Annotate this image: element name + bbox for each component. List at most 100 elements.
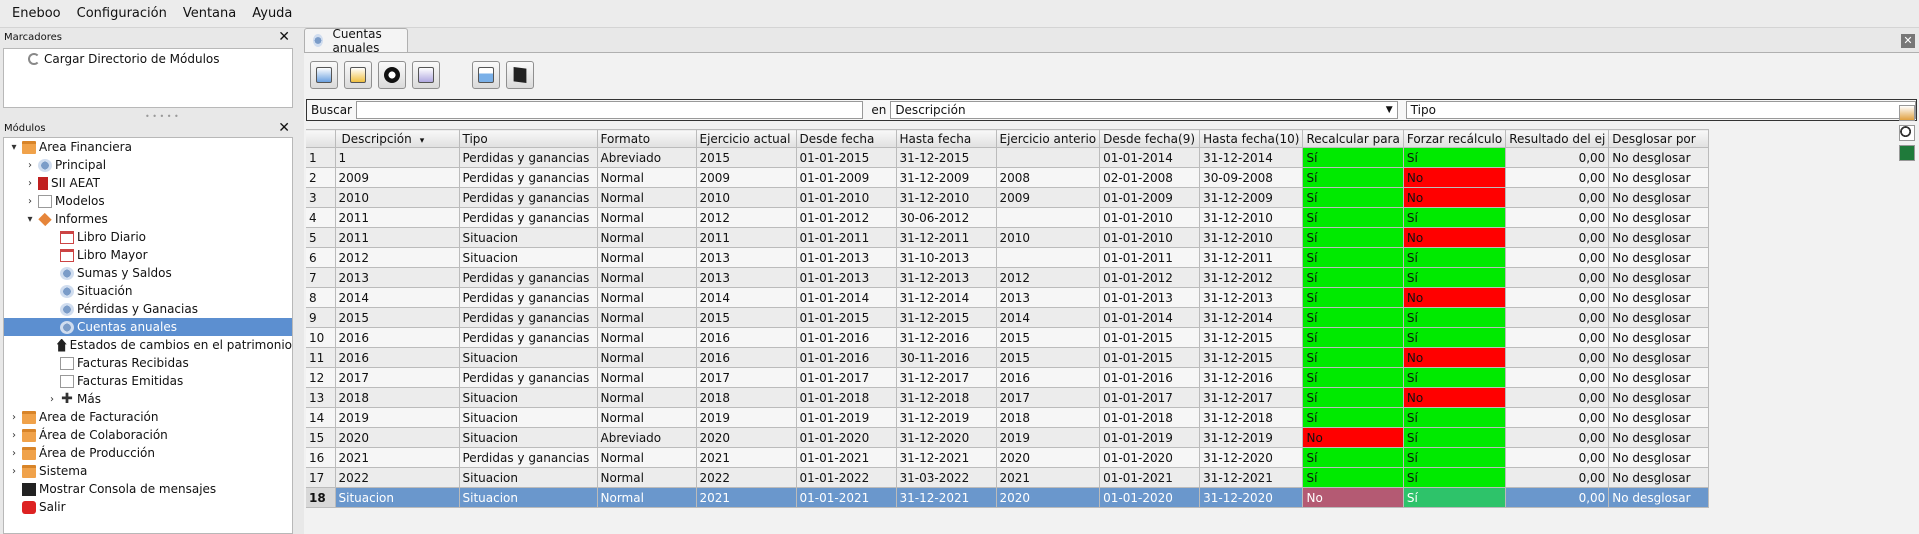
table-cell[interactable]: 30-11-2016 bbox=[896, 347, 997, 368]
resultado-cell[interactable]: 0,00 bbox=[1505, 247, 1610, 268]
table-row[interactable]: 15 2020 Situacion Abreviado 2020 01-01-2020 31… bbox=[306, 427, 1710, 448]
table-cell[interactable]: Situacion bbox=[459, 427, 598, 448]
table-cell[interactable]: 2018 bbox=[696, 387, 797, 408]
table-cell[interactable]: Normal bbox=[597, 287, 697, 308]
table-cell[interactable]: Normal bbox=[597, 487, 697, 508]
recalcular-cell[interactable]: Sí bbox=[1302, 367, 1404, 388]
table-cell[interactable]: 31-12-2011 bbox=[1199, 247, 1304, 268]
table-cell[interactable]: 01-01-2015 bbox=[796, 307, 897, 328]
resultado-cell[interactable]: 0,00 bbox=[1505, 287, 1610, 308]
tree-item[interactable]: Cuentas anuales bbox=[4, 318, 292, 336]
table-cell[interactable]: Normal bbox=[597, 367, 697, 388]
forzar-recalculo-cell[interactable]: No bbox=[1403, 347, 1507, 368]
table-cell[interactable]: 01-01-2013 bbox=[796, 267, 897, 288]
table-cell[interactable]: 2021 bbox=[696, 487, 797, 508]
table-cell[interactable]: Normal bbox=[597, 467, 697, 488]
resultado-cell[interactable]: 0,00 bbox=[1505, 227, 1610, 248]
table-row[interactable]: 17 2022 Situacion Normal 2022 01-01-2022 31-03… bbox=[306, 467, 1710, 488]
table-cell[interactable]: 2016 bbox=[696, 347, 797, 368]
table-cell[interactable]: No desglosar bbox=[1608, 187, 1710, 208]
table-cell[interactable]: No desglosar bbox=[1608, 227, 1710, 248]
forzar-recalculo-cell[interactable]: Sí bbox=[1403, 367, 1507, 388]
table-cell[interactable]: 31-12-2011 bbox=[896, 227, 997, 248]
table-cell[interactable]: 01-01-2014 bbox=[1099, 147, 1201, 168]
table-cell[interactable]: 01-01-2020 bbox=[1099, 447, 1201, 468]
forzar-recalculo-cell[interactable]: Sí bbox=[1403, 427, 1507, 448]
forzar-recalculo-cell[interactable]: Sí bbox=[1403, 407, 1507, 428]
table-cell[interactable]: Perdidas y ganancias bbox=[459, 447, 598, 468]
table-cell[interactable]: 2013 bbox=[335, 267, 460, 288]
resultado-cell[interactable]: 0,00 bbox=[1505, 307, 1610, 328]
table-cell[interactable]: 2016 bbox=[696, 327, 797, 348]
table-cell[interactable]: 2019 bbox=[996, 427, 1101, 448]
table-cell[interactable]: 2009 bbox=[335, 167, 460, 188]
table-cell[interactable]: 2015 bbox=[996, 347, 1101, 368]
tree-item[interactable]: › Area de Facturación bbox=[4, 408, 292, 426]
recalcular-cell[interactable]: Sí bbox=[1302, 307, 1404, 328]
table-cell[interactable]: No desglosar bbox=[1608, 327, 1710, 348]
table-cell[interactable]: 01-01-2010 bbox=[1099, 227, 1201, 248]
table-cell[interactable]: 01-01-2018 bbox=[796, 387, 897, 408]
table-cell[interactable]: 2011 bbox=[696, 227, 797, 248]
table-row[interactable]: 14 2019 Situacion Normal 2019 01-01-2019 31-12… bbox=[306, 407, 1710, 428]
table-cell[interactable]: 31-12-2020 bbox=[1199, 447, 1304, 468]
menu-ayuda[interactable]: Ayuda bbox=[244, 6, 300, 21]
collapse-arrow-icon[interactable]: › bbox=[46, 394, 58, 405]
menu-eneboo[interactable]: Eneboo bbox=[4, 6, 69, 21]
forzar-recalculo-cell[interactable]: Sí bbox=[1403, 487, 1507, 508]
table-cell[interactable]: No desglosar bbox=[1608, 287, 1710, 308]
table-cell[interactable]: 2014 bbox=[996, 307, 1101, 328]
forzar-recalculo-cell[interactable]: No bbox=[1403, 287, 1507, 308]
tree-item[interactable]: Mostrar Consola de mensajes bbox=[4, 480, 292, 498]
row-number[interactable]: 15 bbox=[306, 427, 336, 448]
table-cell[interactable]: Perdidas y ganancias bbox=[459, 287, 598, 308]
table-cell[interactable]: Normal bbox=[597, 247, 697, 268]
table-cell[interactable]: 01-01-2022 bbox=[796, 467, 897, 488]
table-cell[interactable]: 2020 bbox=[996, 487, 1101, 508]
table-cell[interactable]: Situacion bbox=[459, 247, 598, 268]
row-number[interactable]: 11 bbox=[306, 347, 336, 368]
table-cell[interactable]: 01-01-2014 bbox=[1099, 307, 1201, 328]
resultado-cell[interactable]: 0,00 bbox=[1505, 367, 1610, 388]
table-cell[interactable]: 01-01-2013 bbox=[1099, 287, 1201, 308]
table-cell[interactable]: 2013 bbox=[696, 267, 797, 288]
collapse-arrow-icon[interactable]: › bbox=[8, 448, 20, 459]
table-cell[interactable]: Situacion bbox=[459, 487, 598, 508]
table-cell[interactable]: Situacion bbox=[459, 407, 598, 428]
forzar-recalculo-cell[interactable]: Sí bbox=[1403, 467, 1507, 488]
close-window-icon[interactable]: ✕ bbox=[1901, 34, 1915, 48]
table-cell[interactable]: Normal bbox=[597, 307, 697, 328]
table-row[interactable]: 13 2018 Situacion Normal 2018 01-01-2018 31-12… bbox=[306, 387, 1710, 408]
table-cell[interactable]: 2021 bbox=[996, 467, 1101, 488]
table-cell[interactable]: 2011 bbox=[335, 207, 460, 228]
forzar-recalculo-cell[interactable]: No bbox=[1403, 387, 1507, 408]
tree-item[interactable]: Libro Mayor bbox=[4, 246, 292, 264]
row-number[interactable]: 17 bbox=[306, 467, 336, 488]
table-cell[interactable]: Perdidas y ganancias bbox=[459, 187, 598, 208]
recalcular-cell[interactable]: Sí bbox=[1302, 387, 1404, 408]
resultado-cell[interactable]: 0,00 bbox=[1505, 407, 1610, 428]
resultado-cell[interactable]: 0,00 bbox=[1505, 167, 1610, 188]
table-cell[interactable]: 2010 bbox=[335, 187, 460, 208]
collapse-arrow-icon[interactable]: › bbox=[8, 466, 20, 477]
table-row[interactable]: 3 2010 Perdidas y ganancias Normal 2010 01-01… bbox=[306, 187, 1710, 208]
table-cell[interactable]: 01-01-2010 bbox=[1099, 207, 1201, 228]
forzar-recalculo-cell[interactable]: Sí bbox=[1403, 267, 1507, 288]
table-cell[interactable]: 01-01-2009 bbox=[796, 167, 897, 188]
column-header[interactable]: Hasta fecha(10) bbox=[1199, 129, 1304, 148]
table-cell[interactable]: 2015 bbox=[696, 147, 797, 168]
print-button[interactable] bbox=[472, 61, 500, 89]
resultado-cell[interactable]: 0,00 bbox=[1505, 347, 1610, 368]
table-cell[interactable]: 31-12-2014 bbox=[896, 287, 997, 308]
table-cell[interactable]: 2022 bbox=[696, 467, 797, 488]
recalcular-cell[interactable]: Sí bbox=[1302, 467, 1404, 488]
table-cell[interactable]: 2021 bbox=[335, 447, 460, 468]
resultado-cell[interactable]: 0,00 bbox=[1505, 327, 1610, 348]
recalcular-cell[interactable]: Sí bbox=[1302, 207, 1404, 228]
forzar-recalculo-cell[interactable]: Sí bbox=[1403, 147, 1507, 168]
delete-record-button[interactable] bbox=[378, 61, 406, 89]
table-row[interactable]: 2 2009 Perdidas y ganancias Normal 2009 01-01… bbox=[306, 167, 1710, 188]
table-cell[interactable]: 01-01-2017 bbox=[1099, 387, 1201, 408]
table-cell[interactable]: 01-01-2010 bbox=[796, 187, 897, 208]
tree-item[interactable]: Estados de cambios en el patrimonio bbox=[4, 336, 292, 354]
